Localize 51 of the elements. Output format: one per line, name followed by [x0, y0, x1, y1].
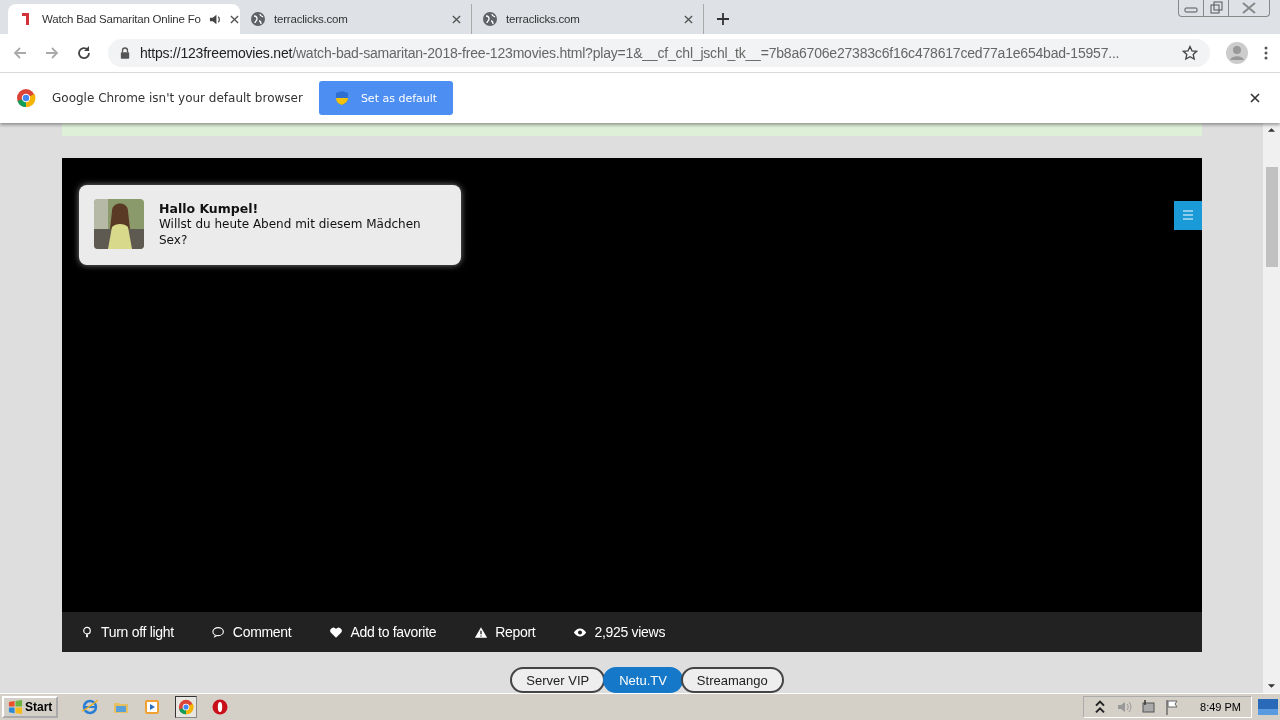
scroll-down-icon[interactable] [1267, 683, 1276, 689]
close-icon[interactable] [452, 14, 461, 24]
bookmark-star-icon[interactable] [1182, 45, 1198, 61]
player-action[interactable]: Comment [211, 624, 292, 641]
notification-message: Willst du heute Abend mit diesem Mädchen Sex? [159, 216, 422, 248]
globe-icon [250, 11, 266, 27]
player-action[interactable]: Add to favorite [329, 624, 437, 641]
server-tab[interactable]: Netu.TV [603, 667, 683, 693]
player-action[interactable]: Turn off light [80, 624, 174, 641]
network-icon[interactable] [1140, 699, 1157, 715]
close-icon[interactable] [229, 14, 239, 24]
media-player-taskbar-icon[interactable] [144, 699, 161, 715]
close-icon[interactable] [1250, 93, 1260, 103]
windows-logo-icon [8, 699, 23, 715]
globe-icon [482, 11, 498, 27]
bulb-icon [80, 625, 94, 639]
address-bar[interactable]: https://123freemovies.net/watch-bad-samaritan-2018-free-123movies.html?play=1&__cf_chl_jschl_tk__=7b8a6706e27383c6f16c478617ced77a1e654bad-15957... [108, 39, 1210, 67]
clock: 8:49 PM [1200, 701, 1241, 713]
player-menu-button[interactable] [1174, 200, 1202, 230]
close-icon[interactable] [684, 14, 693, 24]
chrome-taskbar-button[interactable] [175, 696, 198, 718]
speech-bubble-icon [211, 625, 226, 639]
scroll-up-icon[interactable] [1267, 127, 1276, 133]
tab-title: terraclicks.com [274, 13, 349, 25]
notification-card[interactable]: Hallo Kumpel! Willst du heute Abend mit diesem Mädchen Sex? [79, 184, 461, 265]
heart-icon [329, 625, 344, 639]
shield-icon [334, 90, 349, 106]
tab-title: Watch Bad Samaritan Online Fo [42, 13, 201, 25]
infobar-message: Google Chrome isn't your default browser [52, 91, 303, 105]
new-tab-icon[interactable] [716, 12, 730, 26]
menu-icon [1182, 210, 1194, 221]
reload-icon[interactable] [76, 45, 92, 61]
browser-tab[interactable]: Watch Bad Samaritan Online Fo [8, 4, 240, 34]
player-action[interactable]: Report [474, 624, 536, 641]
chrome-logo-icon [178, 699, 195, 715]
server-tab[interactable]: Streamango [680, 667, 784, 693]
server-tab[interactable]: Server VIP [510, 667, 606, 693]
start-button[interactable]: Start [2, 696, 59, 718]
warning-icon [474, 625, 489, 639]
profile-icon[interactable] [1226, 42, 1248, 64]
player-action[interactable]: 2,925 views [573, 624, 666, 641]
chrome-logo-icon [16, 88, 36, 108]
browser-taskbar-icon[interactable] [82, 699, 99, 715]
opera-taskbar-icon[interactable] [212, 699, 229, 715]
menu-icon[interactable] [1264, 45, 1268, 61]
tab-title: terraclicks.com [506, 13, 581, 25]
flag-icon[interactable] [1164, 699, 1181, 715]
notification-title: Hallo Kumpel! [159, 200, 260, 216]
video-player[interactable]: Hallo Kumpel! Willst du heute Abend mit diesem Mädchen Sex? [62, 157, 1202, 613]
lock-icon [120, 47, 130, 59]
scrollbar-thumb[interactable] [1265, 167, 1278, 267]
